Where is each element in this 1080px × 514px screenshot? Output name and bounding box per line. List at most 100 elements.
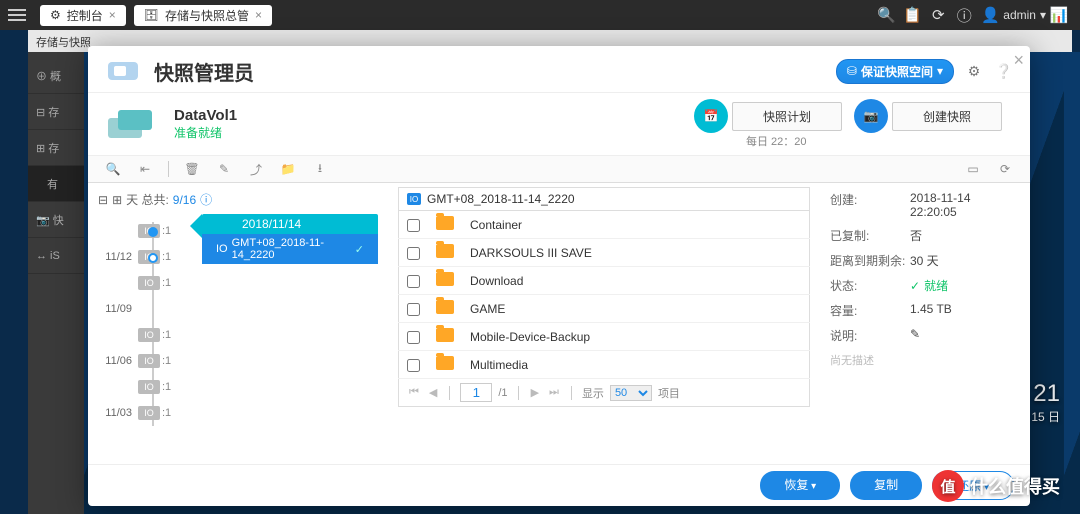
create-snapshot-button[interactable]: 创建快照	[892, 102, 1002, 131]
timeline-entry[interactable]: IO:1	[98, 322, 378, 348]
table-row[interactable]: Mobile-Device-Backup	[399, 323, 810, 351]
per-page-select[interactable]: 50	[610, 385, 652, 401]
table-row[interactable]: Container	[399, 211, 810, 239]
info-icon[interactable]: ⓘ	[951, 5, 977, 26]
table-row[interactable]: DARKSOULS III SAVE	[399, 239, 810, 267]
search-icon[interactable]: 🔍	[873, 6, 899, 24]
close-icon[interactable]: ×	[1013, 50, 1024, 71]
file-name: Download	[462, 267, 810, 295]
table-row[interactable]: Multimedia	[399, 351, 810, 379]
show-label: 显示	[582, 385, 604, 401]
watermark: 值什么值得买	[932, 470, 1060, 502]
snapshot-icon: 🗄	[144, 8, 159, 22]
sidebar: ⊕ 概 ⊟ 存 ⊞ 存 有 📷 快 ↔ iS	[28, 52, 84, 514]
close-icon[interactable]: ×	[109, 8, 116, 22]
window-icon[interactable]: ▭	[964, 160, 982, 178]
refresh-icon[interactable]: ⟳	[925, 6, 951, 24]
timeline-entry[interactable]: 11/06IO:1	[98, 348, 378, 374]
sidebar-item[interactable]: ↔ iS	[28, 238, 84, 274]
volume-icon	[104, 104, 160, 144]
timeline-entry[interactable]: 11/09	[98, 296, 378, 322]
page-input[interactable]	[460, 383, 492, 402]
items-label: 项目	[658, 385, 680, 401]
next-page-icon[interactable]: ▶	[529, 386, 541, 399]
pager: ⏮ ◀ /1 ▶ ⏭ 显示 50 项目	[398, 379, 810, 407]
tab-console[interactable]: ⚙ 控制台 ×	[40, 5, 126, 26]
folder-icon	[436, 216, 454, 230]
timeline-entry[interactable]: 11/12IO:1	[98, 244, 378, 270]
collapse-icon[interactable]: ⊟	[98, 193, 108, 207]
camera-icon[interactable]: 📷	[854, 99, 888, 133]
export-icon[interactable]: ⤴	[247, 160, 265, 178]
sidebar-item[interactable]: 有	[28, 166, 84, 202]
snapshot-logo-icon	[104, 56, 144, 86]
prev-page-icon[interactable]: ◀	[427, 386, 439, 399]
database-icon: ⛁	[847, 64, 857, 78]
timeline: ⊟ ⊞ 天 总共: 9/16 ⓘ 2018/11/14 IOGMT+08_201…	[88, 183, 388, 464]
timeline-label: 天 总共:	[126, 191, 169, 208]
folder-icon	[436, 272, 454, 286]
expand-icon[interactable]: ⊞	[112, 193, 122, 207]
detail-copied: 否	[910, 227, 1020, 244]
hamburger-menu[interactable]	[8, 3, 32, 27]
sidebar-item[interactable]: ⊟ 存	[28, 94, 84, 130]
download-icon[interactable]: ⭳	[311, 160, 329, 178]
tab-storage[interactable]: 🗄 存储与快照总管 ×	[134, 5, 272, 26]
snapshot-plan-button[interactable]: 快照计划	[732, 102, 842, 131]
description-placeholder: 尚无描述	[830, 348, 1020, 368]
dashboard-icon[interactable]: 📊	[1046, 6, 1072, 24]
help-icon[interactable]: ❔	[994, 61, 1014, 81]
page-total: /1	[498, 387, 507, 399]
copy-button[interactable]: 复制	[850, 471, 922, 500]
refresh-icon[interactable]: ⟳	[996, 160, 1014, 178]
detail-expire: 30 天	[910, 252, 1020, 269]
gear-icon: ⚙	[50, 8, 61, 22]
restore-button[interactable]: 恢复	[760, 471, 840, 500]
user-icon[interactable]: 👤	[977, 6, 1003, 24]
row-checkbox[interactable]	[407, 303, 420, 316]
sidebar-item[interactable]: ⊕ 概	[28, 58, 84, 94]
gear-icon[interactable]: ⚙	[964, 61, 984, 81]
file-name: Mobile-Device-Backup	[462, 323, 810, 351]
file-table: ContainerDARKSOULS III SAVEDownloadGAMEM…	[398, 210, 810, 379]
breadcrumb-text: GMT+08_2018-11-14_2220	[427, 192, 575, 206]
detail-size: 1.45 TB	[910, 302, 1020, 319]
search-icon[interactable]: 🔍	[104, 160, 122, 178]
breadcrumb[interactable]: IO GMT+08_2018-11-14_2220	[398, 187, 810, 211]
row-checkbox[interactable]	[407, 275, 420, 288]
modal-title: 快照管理员	[154, 57, 826, 86]
check-icon: ✓	[910, 279, 920, 293]
last-page-icon[interactable]: ⏭	[547, 386, 561, 399]
table-row[interactable]: GAME	[399, 295, 810, 323]
chevron-down-icon: ▾	[937, 64, 943, 78]
desktop-clock: 21 15 日	[1031, 380, 1060, 425]
folder-icon	[436, 356, 454, 370]
timeline-entry[interactable]: IO:1	[98, 218, 378, 244]
clipboard-icon[interactable]: 📋	[899, 6, 925, 24]
close-icon[interactable]: ×	[255, 8, 262, 22]
folder-icon[interactable]: 📁	[279, 160, 297, 178]
detail-created: 2018-11-14 22:20:05	[910, 191, 1020, 219]
sidebar-item[interactable]: 📷 快	[28, 202, 84, 238]
volume-name: DataVol1	[174, 107, 237, 124]
guaranteed-space-pill[interactable]: ⛁ 保证快照空间 ▾	[836, 59, 954, 84]
timeline-entry[interactable]: IO:1	[98, 270, 378, 296]
row-checkbox[interactable]	[407, 247, 420, 260]
calendar-icon[interactable]: 📅	[694, 99, 728, 133]
trash-icon[interactable]: 🗑	[183, 160, 201, 178]
first-page-icon[interactable]: ⏮	[407, 386, 421, 399]
sidebar-item[interactable]: ⊞ 存	[28, 130, 84, 166]
edit-description-icon[interactable]: ✎	[910, 327, 1020, 344]
row-checkbox[interactable]	[407, 331, 420, 344]
table-row[interactable]: Download	[399, 267, 810, 295]
timeline-entry[interactable]: 11/03IO:1	[98, 400, 378, 426]
user-menu[interactable]: admin ▾	[1003, 8, 1046, 22]
file-name: Multimedia	[462, 351, 810, 379]
row-checkbox[interactable]	[407, 359, 420, 372]
row-checkbox[interactable]	[407, 219, 420, 232]
timeline-entry[interactable]: IO:1	[98, 374, 378, 400]
exit-icon[interactable]: ⇤	[136, 160, 154, 178]
edit-icon[interactable]: ✎	[215, 160, 233, 178]
tab-label: 存储与快照总管	[165, 7, 249, 24]
info-icon[interactable]: ⓘ	[200, 191, 212, 208]
